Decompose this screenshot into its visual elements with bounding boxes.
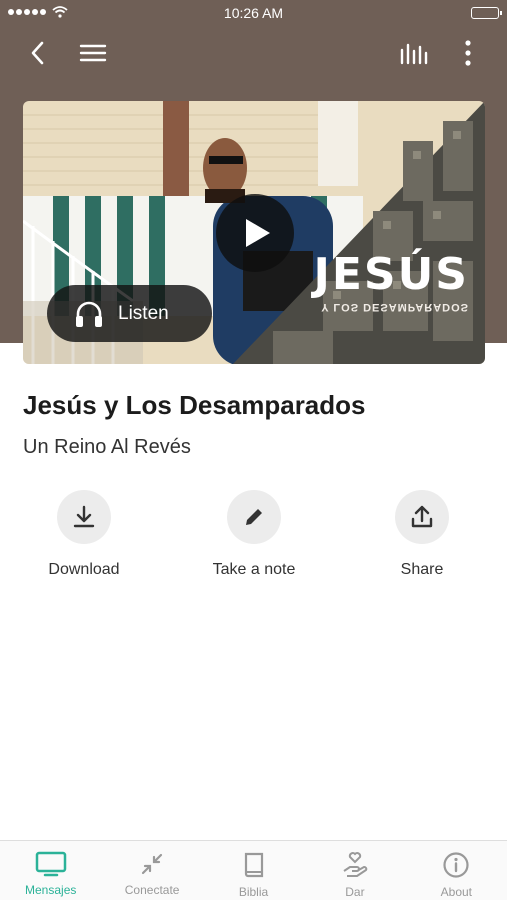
listen-button[interactable]: Listen (47, 285, 212, 342)
hamburger-icon (79, 44, 107, 62)
tab-dar-label: Dar (345, 885, 365, 899)
audio-levels-button[interactable] (396, 36, 432, 70)
tab-bar: Mensajes Conectate Biblia Dar About (0, 840, 507, 900)
tab-biblia[interactable]: Biblia (203, 841, 304, 900)
menu-button[interactable] (75, 36, 111, 70)
more-vertical-icon (465, 40, 471, 66)
download-label: Download (48, 561, 120, 578)
back-button[interactable] (20, 36, 56, 70)
status-bar: 10:26 AM (0, 0, 507, 26)
share-icon (411, 505, 433, 528)
download-icon (73, 505, 95, 528)
share-label: Share (400, 561, 444, 578)
take-note-circle (227, 490, 281, 544)
pencil-icon (246, 509, 262, 525)
download-circle (57, 490, 111, 544)
play-button[interactable] (216, 194, 294, 272)
download-button[interactable]: Download (9, 490, 159, 579)
info-icon (443, 852, 469, 878)
tab-conectate[interactable]: Conectate (101, 841, 202, 900)
thumbnail-subtitle: Y LOS DESAMPARADOS (321, 301, 469, 313)
share-circle (395, 490, 449, 544)
tab-mensajes-label: Mensajes (25, 883, 77, 897)
tab-mensajes[interactable]: Mensajes (0, 841, 101, 900)
arrows-icon (142, 853, 163, 875)
more-options-button[interactable] (450, 36, 486, 70)
tab-dar[interactable]: Dar (304, 841, 405, 900)
play-icon (246, 219, 270, 247)
tab-about-label: About (440, 885, 472, 899)
headphones-icon (76, 301, 102, 327)
thumbnail-title-overlay: JESÚS Y LOS DESAMPARADOS (313, 253, 469, 315)
share-button[interactable]: Share (347, 490, 497, 579)
battery-icon (471, 7, 502, 19)
tab-conectate-label: Conectate (124, 883, 180, 897)
message-title: Jesús y Los Desamparados (23, 390, 366, 420)
take-note-button[interactable]: Take a note (179, 490, 329, 579)
give-icon (343, 852, 368, 877)
book-icon (244, 852, 263, 878)
take-note-label: Take a note (212, 561, 296, 578)
tv-icon (35, 851, 66, 877)
tab-about[interactable]: About (406, 841, 507, 900)
status-time: 10:26 AM (223, 5, 284, 21)
back-chevron-icon (31, 41, 44, 65)
tab-biblia-label: Biblia (238, 885, 269, 899)
message-series: Un Reino Al Revés (23, 436, 191, 458)
equalizer-icon (400, 43, 428, 65)
thumbnail-title: JESÚS (313, 249, 469, 300)
listen-label: Listen (118, 302, 169, 324)
